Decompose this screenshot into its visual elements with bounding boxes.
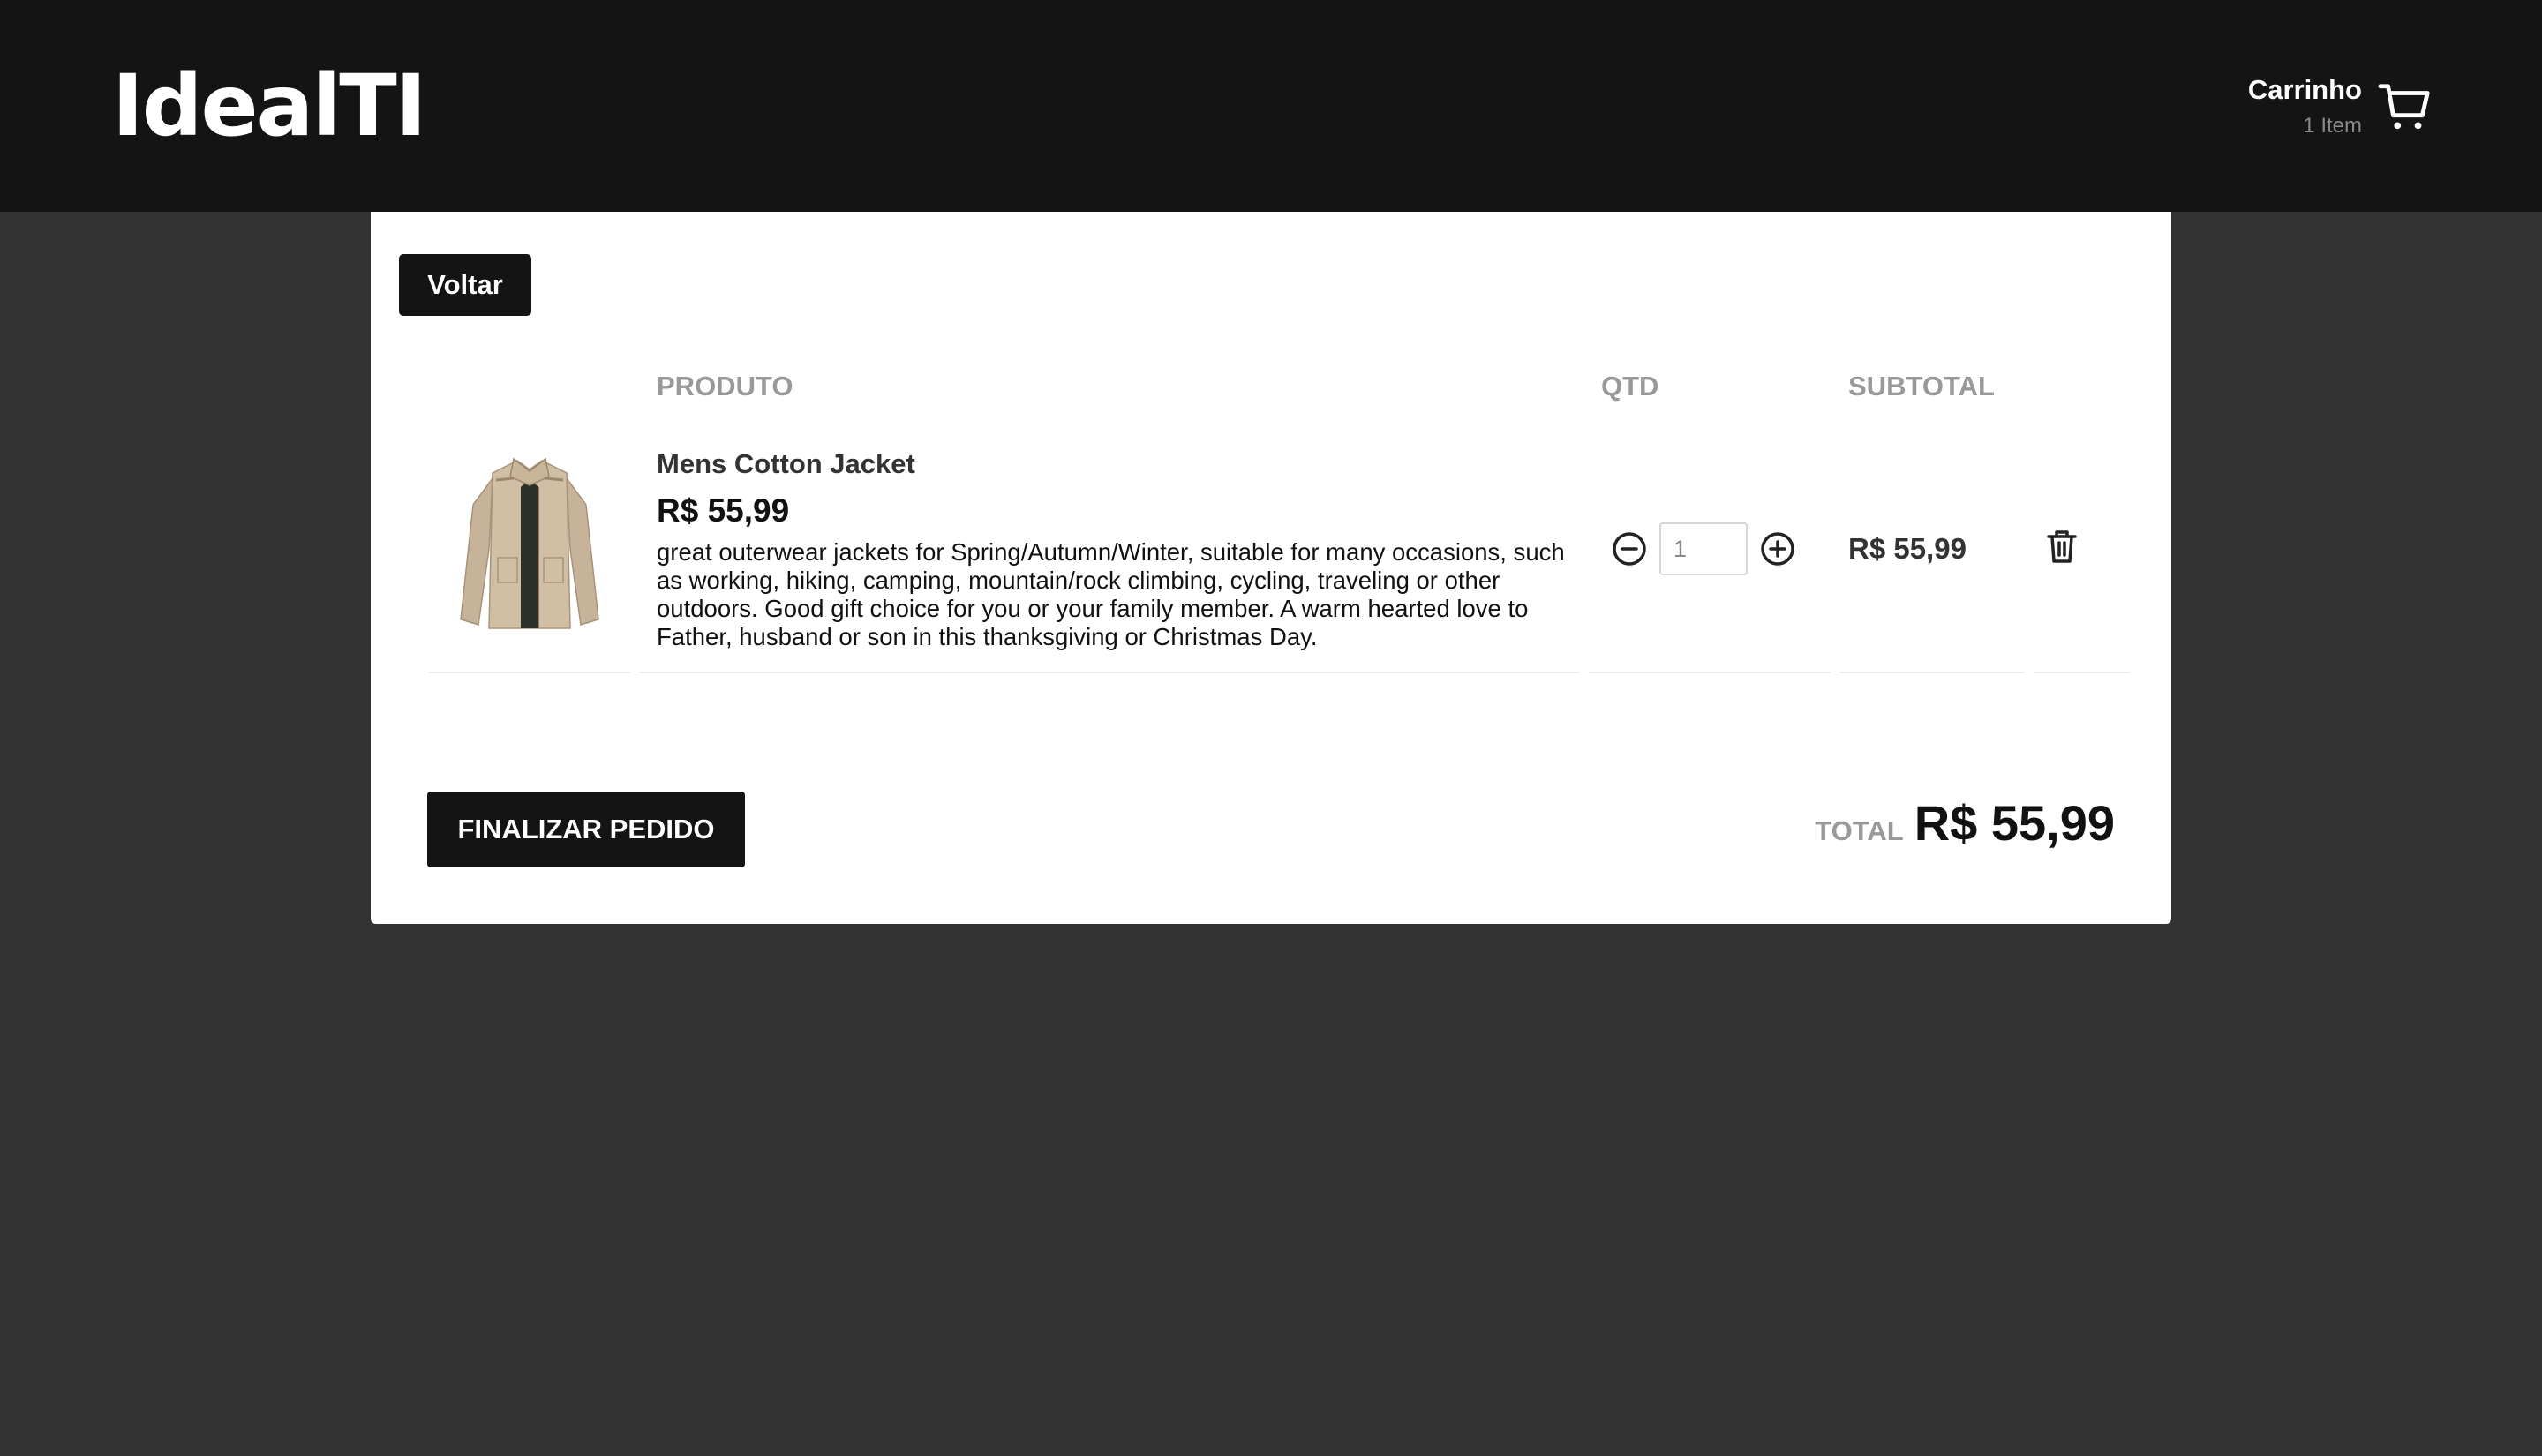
- finalize-order-button[interactable]: FINALIZAR PEDIDO: [427, 792, 745, 867]
- top-bar: IdealTI Carrinho 1 Item: [0, 0, 2542, 212]
- quantity-input[interactable]: [1659, 522, 1748, 575]
- row-divider: [1589, 672, 1831, 673]
- column-header-subtotal: SUBTOTAL: [1848, 371, 1995, 402]
- total-value: R$ 55,99: [1914, 795, 2115, 851]
- trash-icon: [2047, 530, 2077, 563]
- row-divider: [1839, 672, 2025, 673]
- cart-count: 1 Item: [2303, 114, 2362, 138]
- decrease-quantity-button[interactable]: [1610, 529, 1649, 568]
- increase-quantity-button[interactable]: [1758, 529, 1797, 568]
- cart-icon[interactable]: [2378, 79, 2433, 134]
- column-header-product: PRODUTO: [657, 371, 793, 402]
- back-button[interactable]: Voltar: [399, 254, 531, 316]
- logo[interactable]: IdealTI: [112, 55, 426, 157]
- cart-text: Carrinho 1 Item: [2248, 72, 2362, 141]
- jacket-image: [460, 457, 599, 629]
- cart-widget[interactable]: Carrinho 1 Item: [2248, 69, 2433, 145]
- product-price: R$ 55,99: [657, 492, 790, 529]
- order-total: TOTAL R$ 55,99: [1815, 794, 2115, 865]
- minus-circle-icon: [1613, 532, 1646, 566]
- row-divider: [2034, 672, 2131, 673]
- row-subtotal: R$ 55,99: [1848, 532, 1967, 565]
- row-divider: [429, 672, 630, 673]
- cart-card: Voltar PRODUTO QTD SUBTOTAL Mens Cotton …: [371, 212, 2171, 924]
- total-label: TOTAL: [1815, 815, 1904, 846]
- remove-item-button[interactable]: [2042, 528, 2081, 567]
- product-description: great outerwear jackets for Spring/Autum…: [657, 538, 1565, 650]
- product-name[interactable]: Mens Cotton Jacket: [657, 447, 915, 482]
- cart-title: Carrinho: [2247, 74, 2362, 105]
- plus-circle-icon: [1761, 532, 1794, 566]
- column-header-qty: QTD: [1601, 371, 1659, 402]
- quantity-stepper: [1610, 522, 1797, 575]
- row-divider: [639, 672, 1580, 673]
